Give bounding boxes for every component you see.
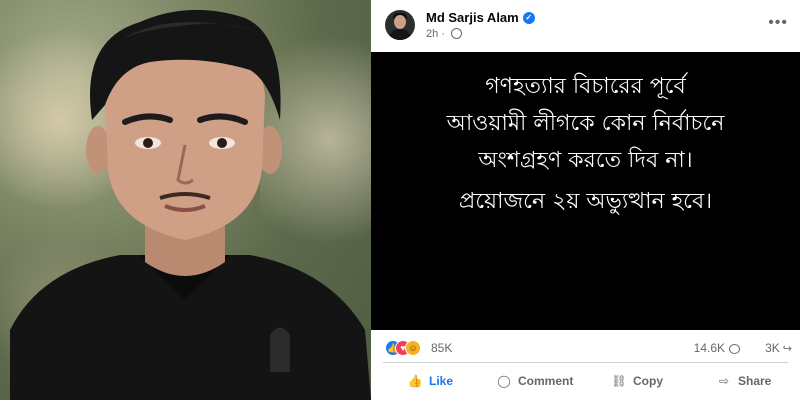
post-text: গণহত্যার বিচারের পূর্বে আওয়ামী লীগকে কো… bbox=[371, 68, 800, 220]
comment-bubble-icon: ◯ bbox=[497, 374, 511, 388]
post-text-line: গণহত্যার বিচারের পূর্বে bbox=[485, 74, 686, 99]
comments-count: 14.6K bbox=[693, 341, 725, 355]
reactions-count[interactable]: 85K bbox=[431, 341, 452, 355]
share-button[interactable]: ⇨ Share bbox=[716, 366, 771, 396]
comment-label: Comment bbox=[518, 374, 574, 388]
post-text-line: আওয়ামী লীগকে কোন নির্বাচনে bbox=[446, 111, 725, 136]
reaction-icons[interactable]: 👍 ♥ ☺ bbox=[385, 340, 421, 356]
copy-link-icon: ⛓ bbox=[611, 374, 627, 388]
like-label: Like bbox=[429, 374, 454, 388]
share-arrow-icon: ⇨ bbox=[718, 374, 730, 388]
comment-button[interactable]: ◯ Comment bbox=[496, 366, 573, 396]
person-portrait bbox=[10, 9, 371, 400]
copy-label: Copy bbox=[633, 374, 663, 388]
profile-photo bbox=[0, 0, 371, 400]
globe-icon bbox=[451, 27, 463, 39]
verified-badge-icon: ✓ bbox=[522, 11, 535, 24]
shares-count-row[interactable]: 3K ↪ bbox=[765, 341, 792, 355]
more-options-icon[interactable]: ••• bbox=[768, 14, 788, 32]
author-name-row: Md Sarjis Alam ✓ bbox=[426, 10, 535, 25]
share-label: Share bbox=[738, 374, 772, 388]
shares-count: 3K bbox=[765, 341, 780, 355]
comment-bubble-icon bbox=[729, 343, 740, 354]
post-actions: 👍 Like ◯ Comment ⛓ Copy ⇨ Share bbox=[371, 366, 800, 396]
author-avatar[interactable] bbox=[385, 10, 415, 40]
post-timestamp[interactable]: 2h bbox=[426, 28, 438, 40]
thumbs-up-icon: 👍 bbox=[407, 374, 423, 388]
comments-count-row[interactable]: 14.6K bbox=[694, 341, 740, 355]
author-name[interactable]: Md Sarjis Alam bbox=[426, 10, 519, 25]
facebook-post: Md Sarjis Alam ✓ 2h · ••• গণহত্যার বিচারে… bbox=[371, 0, 800, 400]
reactions-bar: 👍 ♥ ☺ 85K 14.6K 3K ↪ bbox=[371, 338, 800, 358]
post-header: Md Sarjis Alam ✓ 2h · ••• bbox=[371, 0, 800, 48]
post-text-line: প্রয়োজনে ২য় অভ্যুত্থান হবে। bbox=[458, 189, 713, 214]
haha-reaction-icon: ☺ bbox=[405, 340, 421, 356]
share-arrow-icon: ↪ bbox=[782, 343, 792, 356]
post-text-line: অংশগ্রহণ করতে দিব না। bbox=[478, 148, 693, 173]
like-button[interactable]: 👍 Like bbox=[407, 366, 454, 396]
post-time-row: 2h · bbox=[426, 27, 463, 40]
divider bbox=[383, 362, 788, 363]
copy-button[interactable]: ⛓ Copy bbox=[611, 366, 663, 396]
